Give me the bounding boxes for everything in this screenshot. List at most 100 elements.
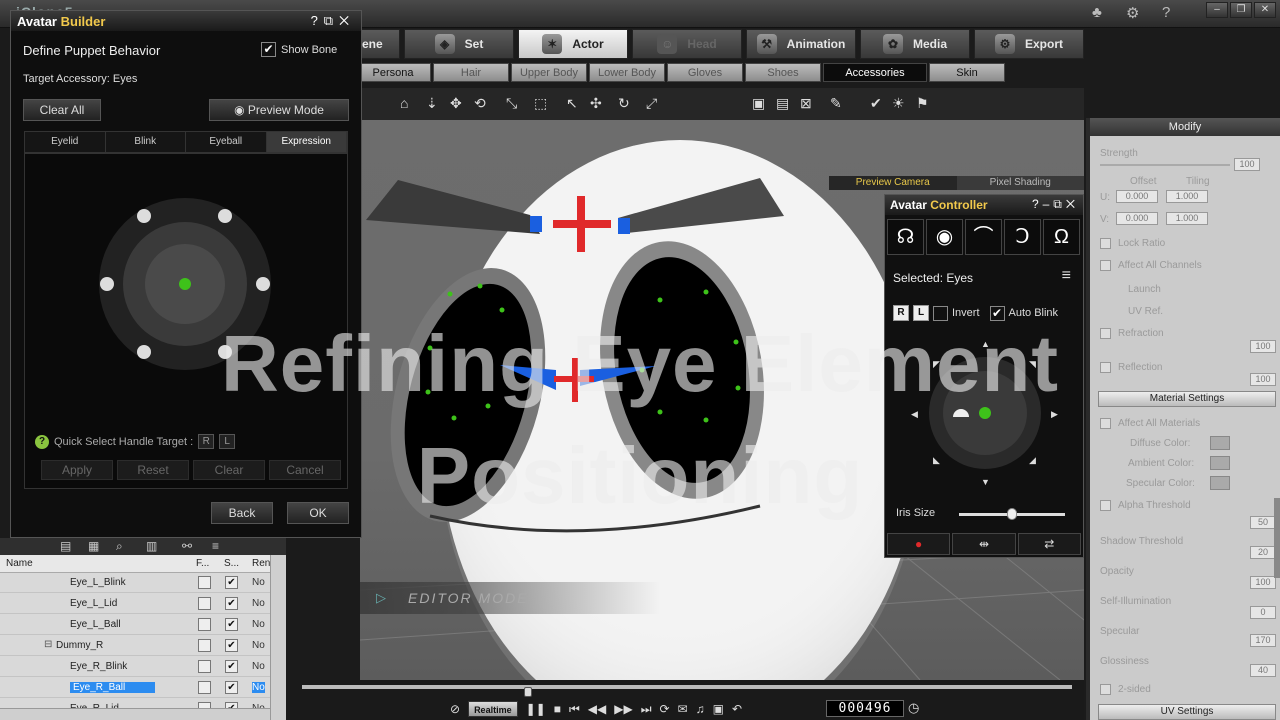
show-checkbox[interactable]: ✔ <box>225 618 238 631</box>
help-icon[interactable]: ? <box>35 434 49 449</box>
checkbox-icon[interactable]: ✔ <box>261 42 276 57</box>
realtime-button[interactable]: Realtime <box>468 701 518 717</box>
freeze-checkbox[interactable] <box>198 576 211 589</box>
controller-window-controls[interactable]: ?–⧉✕ <box>1032 197 1079 212</box>
add-key-button[interactable]: ⇹ <box>952 533 1016 555</box>
controller-title-bar[interactable]: Avatar Controller ?–⧉✕ <box>885 195 1083 215</box>
self-illumination-value[interactable]: 0 <box>1250 606 1276 619</box>
undo-icon[interactable]: ↶ <box>732 702 742 716</box>
iris-size-slider[interactable] <box>959 508 1065 520</box>
col-name[interactable]: Name <box>6 558 33 569</box>
render-value[interactable]: No <box>252 682 265 693</box>
uv-ref-button[interactable]: UV Ref. <box>1128 306 1163 317</box>
timeline-playhead[interactable] <box>523 687 532 697</box>
last-frame-icon[interactable]: ⏭ <box>641 702 652 717</box>
subtab-gloves[interactable]: Gloves <box>667 63 743 82</box>
diffuse-color-swatch[interactable] <box>1210 436 1230 450</box>
eye-direction-pad[interactable]: ▲ ▼ ◀ ▶ ◤ ◥ ◣ ◢ <box>887 335 1083 495</box>
close-window-button[interactable]: ✕ <box>1254 2 1276 18</box>
eye-icon[interactable]: ◉ <box>926 219 963 255</box>
pan-icon[interactable]: ✣ <box>590 95 602 112</box>
show-checkbox[interactable]: ✔ <box>225 681 238 694</box>
back-button[interactable]: Back <box>211 502 273 524</box>
material-settings-section[interactable]: Material Settings <box>1098 391 1276 407</box>
link-icon[interactable]: ⚯ <box>182 539 192 553</box>
clock-icon[interactable]: ◷ <box>908 700 919 716</box>
menu-icon[interactable]: ≡ <box>1062 267 1071 285</box>
list-icon[interactable]: ▦ <box>88 539 99 553</box>
auto-blink-checkbox[interactable]: ✔ <box>989 305 1005 321</box>
tab-eyeball[interactable]: Eyeball <box>186 132 267 152</box>
face-icon[interactable]: ☊ <box>887 219 924 255</box>
alpha-threshold-value[interactable]: 50 <box>1250 516 1276 529</box>
subtab-lower-body[interactable]: Lower Body <box>589 63 665 82</box>
drop-icon[interactable]: ⇣ <box>426 95 438 112</box>
subtab-upper-body[interactable]: Upper Body <box>511 63 587 82</box>
subtab-skin[interactable]: Skin <box>929 63 1005 82</box>
pixel-shading-dropdown[interactable]: Pixel Shading <box>957 176 1085 190</box>
move-icon[interactable]: ✥ <box>450 95 462 112</box>
scene-list-item[interactable]: Eye_R_Ball ✔ No <box>0 678 270 698</box>
help-icon[interactable]: ? <box>1162 4 1170 21</box>
light-icon[interactable]: ☀ <box>892 95 905 112</box>
cancel-button[interactable]: Cancel <box>269 460 341 480</box>
alpha-threshold-checkbox[interactable] <box>1100 500 1111 511</box>
launch-button[interactable]: Launch <box>1128 284 1161 295</box>
frame-counter[interactable]: 000496 <box>826 700 904 717</box>
freeze-checkbox[interactable] <box>198 660 211 673</box>
timeline-track[interactable] <box>302 685 1072 697</box>
scale-icon[interactable]: ⤡ <box>506 95 517 112</box>
music-icon[interactable]: ♫ <box>696 702 705 716</box>
subtab-persona[interactable]: Persona <box>355 63 431 82</box>
right-handle-button[interactable]: R <box>198 434 215 449</box>
scene-list-item[interactable]: Eye_L_Lid ✔ No <box>0 594 270 614</box>
col-freeze[interactable]: F... <box>196 558 209 569</box>
tab-animation[interactable]: ⚒ Animation <box>746 29 856 59</box>
fit-icon[interactable]: ⬚ <box>534 95 547 112</box>
swap-button[interactable]: ⇄ <box>1017 533 1081 555</box>
invert-checkbox[interactable] <box>933 305 948 321</box>
opacity-value[interactable]: 100 <box>1250 576 1276 589</box>
scene-vertical-scrollbar[interactable] <box>270 555 286 720</box>
render-value[interactable]: No <box>252 640 265 651</box>
check-icon[interactable]: ✔ <box>870 95 882 112</box>
flag-icon[interactable]: ⚑ <box>916 95 929 112</box>
strength-slider[interactable] <box>1100 164 1230 166</box>
fast-forward-icon[interactable]: ▶▶ <box>614 702 632 716</box>
builder-window-controls[interactable]: ?⧉✕ <box>311 13 355 29</box>
orbit-icon[interactable]: ↻ <box>618 95 630 112</box>
pause-icon[interactable]: ❚❚ <box>526 702 546 716</box>
tab-actor[interactable]: ✶ Actor <box>518 29 628 59</box>
glossiness-value[interactable]: 40 <box>1250 664 1276 677</box>
scene-list-item[interactable]: Dummy_R ✔ No ⊟ <box>0 636 270 656</box>
gear-icon[interactable]: ⚙ <box>1126 4 1139 22</box>
builder-title-bar[interactable]: Avatar Builder ?⧉✕ <box>11 11 361 31</box>
shadow-threshold-value[interactable]: 20 <box>1250 546 1276 559</box>
apply-button[interactable]: Apply <box>41 460 113 480</box>
freeze-checkbox[interactable] <box>198 618 211 631</box>
record-button[interactable]: ● <box>887 533 951 555</box>
u-offset-input[interactable]: 0.000 <box>1116 190 1158 203</box>
lock-ratio-checkbox[interactable] <box>1100 238 1111 249</box>
tab-head[interactable]: ☺ Head <box>632 29 742 59</box>
select-icon[interactable]: ↖ <box>566 95 578 112</box>
u-tiling-input[interactable]: 1.000 <box>1166 190 1208 203</box>
scene-list-item[interactable]: Eye_L_Ball ✔ No <box>0 615 270 635</box>
record-screen-icon[interactable]: ▣ <box>713 702 724 716</box>
ear-icon[interactable]: Ↄ <box>1004 219 1041 255</box>
freeze-checkbox[interactable] <box>198 639 211 652</box>
preview-camera-dropdown[interactable]: Preview Camera <box>829 176 957 190</box>
affect-all-materials-checkbox[interactable] <box>1100 418 1111 429</box>
left-handle-button[interactable]: L <box>219 434 236 449</box>
show-checkbox[interactable]: ✔ <box>225 597 238 610</box>
clear-button[interactable]: Clear <box>193 460 265 480</box>
show-checkbox[interactable]: ✔ <box>225 639 238 652</box>
show-checkbox[interactable]: ✔ <box>225 660 238 673</box>
rewind-icon[interactable]: ◀◀ <box>588 702 606 716</box>
modify-scrollbar[interactable] <box>1274 498 1280 578</box>
freeze-checkbox[interactable] <box>198 681 211 694</box>
tab-blink[interactable]: Blink <box>105 132 186 152</box>
render-value[interactable]: No <box>252 577 265 588</box>
stop-icon[interactable]: ■ <box>554 702 561 716</box>
modify-header[interactable]: Modify <box>1090 118 1280 136</box>
